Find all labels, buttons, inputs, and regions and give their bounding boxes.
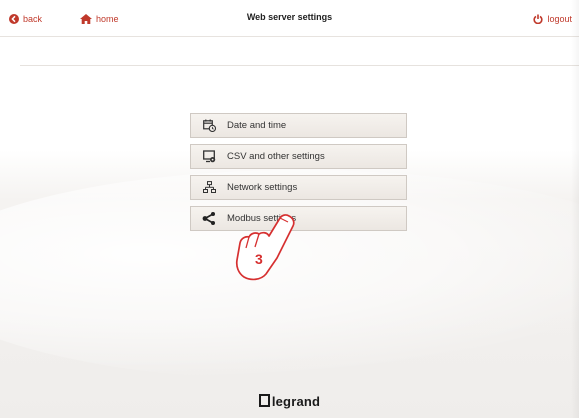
pointing-hand-icon: 3 <box>229 200 299 282</box>
page-title: Web server settings <box>246 12 333 22</box>
monitor-settings-icon <box>191 145 227 168</box>
legrand-logo: legrand <box>0 394 579 409</box>
menu-item-label: CSV and other settings <box>227 151 325 162</box>
menu-item-date-and-time[interactable]: Date and time <box>190 113 407 138</box>
step-number: 3 <box>255 251 263 267</box>
power-icon <box>533 14 544 24</box>
share-nodes-icon <box>191 207 227 230</box>
menu-item-label: Date and time <box>227 120 287 131</box>
header-bar: back home Web server settings logout <box>0 0 579 36</box>
menu-item-label: Network settings <box>227 182 298 193</box>
menu-item-network-settings[interactable]: Network settings <box>190 175 407 200</box>
brand-name: legrand <box>271 394 321 409</box>
right-edge-shadow <box>571 0 579 418</box>
logout-button[interactable]: logout <box>533 11 572 27</box>
section-divider <box>20 65 579 66</box>
logo-mark <box>258 394 270 407</box>
network-tree-icon <box>191 176 227 199</box>
web-server-settings-page: back home Web server settings logout Dat… <box>0 0 579 418</box>
calendar-clock-icon <box>191 114 227 137</box>
header-divider <box>0 36 579 37</box>
menu-item-csv-and-other-settings[interactable]: CSV and other settings <box>190 144 407 169</box>
logout-label: logout <box>547 14 572 24</box>
